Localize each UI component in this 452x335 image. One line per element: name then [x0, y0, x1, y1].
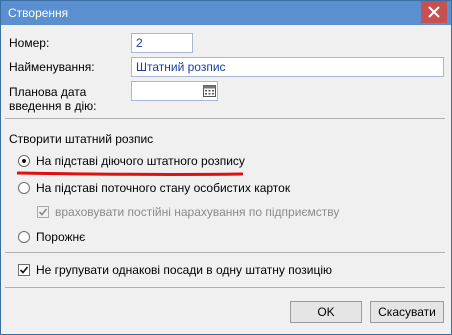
number-input[interactable]: 2	[131, 33, 193, 53]
checkbox-no-group[interactable]	[18, 264, 30, 276]
radio-current-schedule[interactable]	[18, 155, 30, 167]
checkmark-icon	[19, 266, 29, 274]
checkmark-icon	[38, 208, 48, 216]
window-title: Створення	[8, 6, 69, 20]
radio-empty[interactable]	[18, 231, 30, 243]
dialog-body: Номер: 2 Найменування: Штатний розпис Пл…	[1, 25, 451, 334]
radio-current-schedule-label[interactable]: На підставі діючого штатного розпису	[36, 154, 245, 168]
name-input[interactable]: Штатний розпис	[131, 57, 444, 77]
date-label: Планова дата введення в дію:	[9, 85, 97, 113]
checkbox-no-group-label[interactable]: Не групувати однакові посади в одну штат…	[36, 263, 332, 277]
checkbox-permanent-charges-label: враховувати постійні нарахування по підп…	[55, 205, 340, 219]
calendar-icon	[202, 85, 216, 97]
radio-personal-cards[interactable]	[18, 182, 30, 194]
radio-empty-label[interactable]: Порожнє	[36, 230, 85, 244]
create-section-heading: Створити штатний розпис	[9, 132, 154, 146]
calendar-button[interactable]	[201, 83, 217, 99]
close-icon	[428, 6, 440, 18]
checkbox-permanent-charges	[37, 206, 49, 218]
cancel-button[interactable]: Скасувати	[370, 301, 444, 323]
dialog-window: Створення Номер: 2 Найменування: Штатний…	[0, 0, 452, 335]
title-bar[interactable]: Створення	[1, 1, 451, 25]
number-label: Номер:	[9, 36, 50, 50]
radio-personal-cards-label[interactable]: На підставі поточного стану особистих ка…	[36, 181, 290, 195]
separator	[5, 118, 445, 119]
separator	[5, 287, 445, 288]
date-label-line2: введення в дію:	[9, 99, 97, 113]
red-underline-annotation	[17, 171, 243, 176]
separator	[5, 252, 445, 253]
name-label: Найменування:	[9, 60, 95, 74]
date-label-line1: Планова дата	[9, 85, 87, 99]
close-button[interactable]	[421, 1, 447, 23]
ok-button[interactable]: OK	[290, 301, 362, 323]
